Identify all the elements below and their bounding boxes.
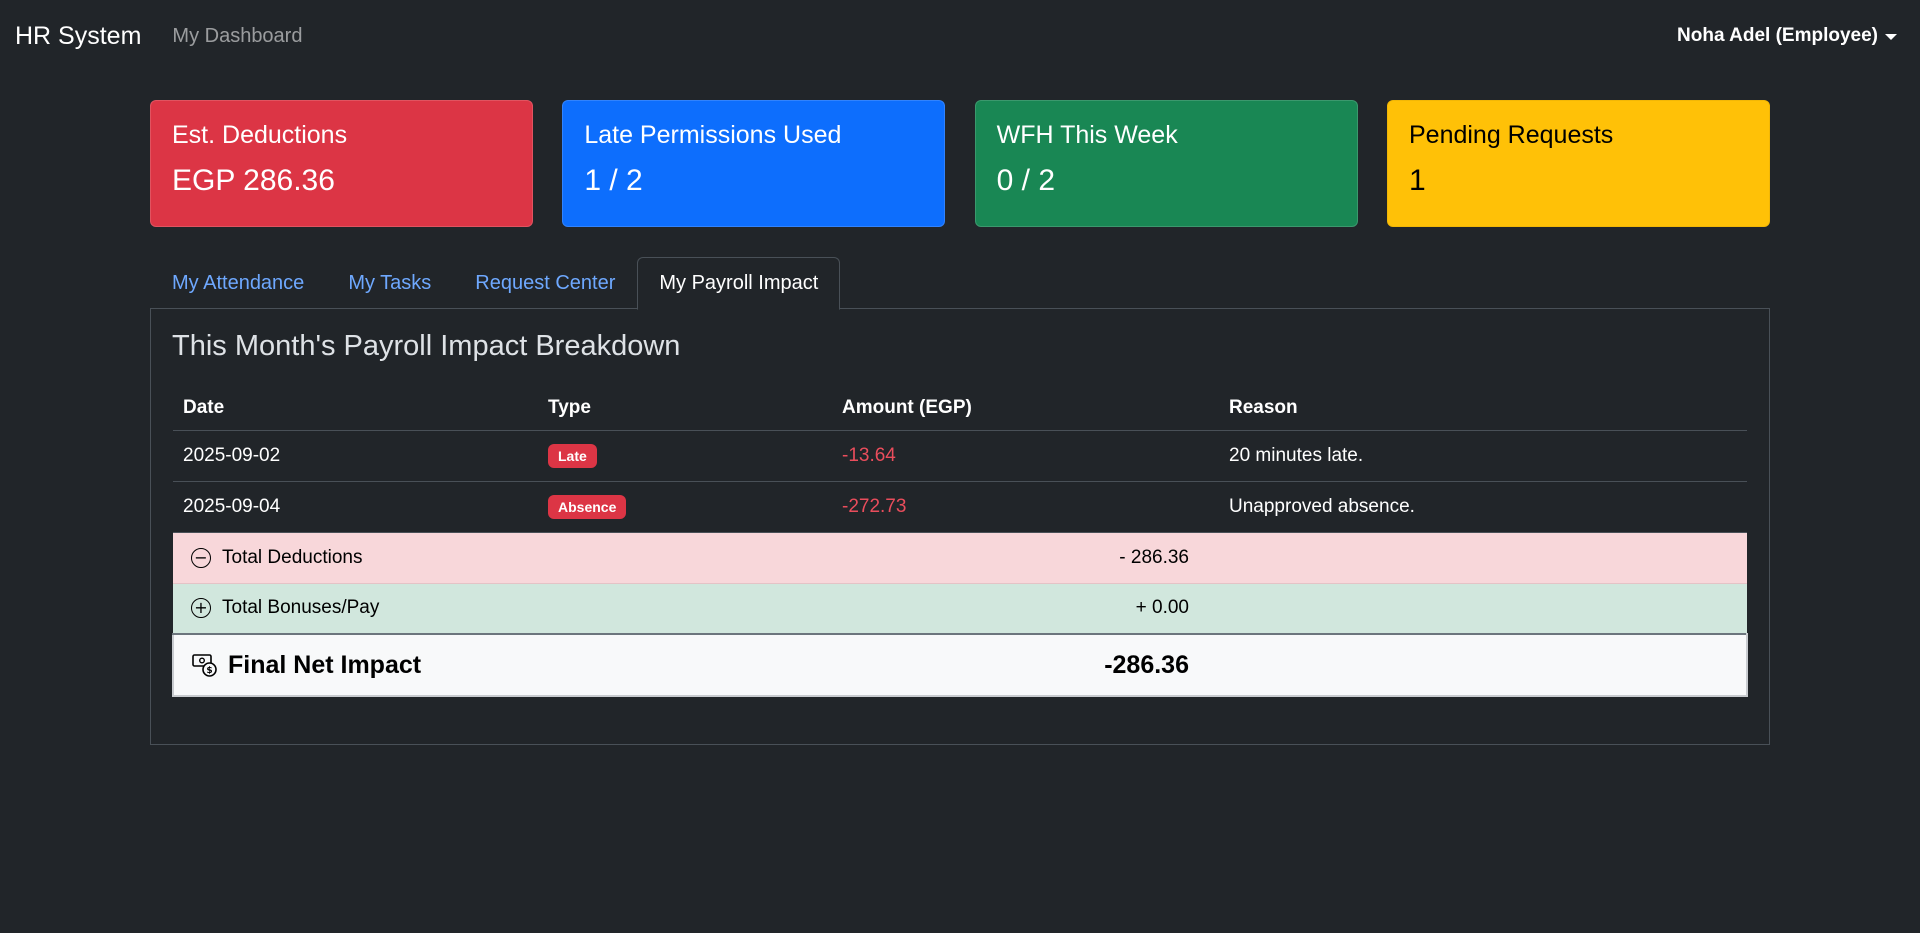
deductions-card: Est. Deductions EGP 286.36 xyxy=(150,100,533,227)
total-deductions-row: − Total Deductions - 286.36 xyxy=(173,532,1747,584)
column-header-date: Date xyxy=(173,386,538,431)
row-amount: -272.73 xyxy=(832,481,1219,533)
total-deductions-label: Total Deductions xyxy=(222,546,363,568)
brand-link[interactable]: HR System xyxy=(15,22,141,51)
net-label-cell: $ Final Net Impact xyxy=(172,633,832,697)
main-container: Est. Deductions EGP 286.36 Late Permissi… xyxy=(150,100,1770,745)
cash-coin-icon: $ xyxy=(192,652,218,678)
tab-my-attendance[interactable]: My Attendance xyxy=(150,257,326,308)
card-value: 0 / 2 xyxy=(996,164,1056,197)
column-header-reason: Reason xyxy=(1219,386,1747,431)
type-badge: Late xyxy=(548,443,597,468)
card-title: Est. Deductions xyxy=(172,121,348,149)
tab-my-payroll-impact[interactable]: My Payroll Impact xyxy=(637,257,841,310)
payroll-impact-panel: This Month's Payroll Impact Breakdown Da… xyxy=(150,309,1770,745)
tab-request-center[interactable]: Request Center xyxy=(453,257,637,308)
card-value: 1 xyxy=(1408,164,1426,197)
table-header-row: Date Type Amount (EGP) Reason xyxy=(173,386,1747,431)
stat-cards: Est. Deductions EGP 286.36 Late Permissi… xyxy=(150,100,1770,227)
user-menu-dropdown[interactable]: Noha Adel (Employee) xyxy=(1677,25,1897,47)
payroll-table: Date Type Amount (EGP) Reason 2025-09-02… xyxy=(172,386,1748,697)
row-reason: Unapproved absence. xyxy=(1219,481,1747,533)
panel-title: This Month's Payroll Impact Breakdown xyxy=(172,330,681,362)
card-value: 1 / 2 xyxy=(584,164,643,197)
total-deductions-amount: - 286.36 xyxy=(832,532,1219,584)
row-type-cell: Absence xyxy=(538,481,832,533)
net-label: Final Net Impact xyxy=(228,650,422,679)
user-name: Noha Adel (Employee) xyxy=(1677,25,1878,46)
total-bonuses-label: Total Bonuses/Pay xyxy=(222,597,380,619)
row-date: 2025-09-02 xyxy=(173,430,538,482)
total-bonuses-label-cell: + Total Bonuses/Pay xyxy=(173,583,832,634)
empty-cell xyxy=(1219,633,1748,697)
late-permissions-card: Late Permissions Used 1 / 2 xyxy=(562,100,946,227)
card-title: Late Permissions Used xyxy=(584,121,842,149)
plus-circle-icon: + xyxy=(191,598,211,619)
empty-cell xyxy=(1219,583,1747,634)
dashboard-link[interactable]: My Dashboard xyxy=(172,25,302,48)
caret-down-icon xyxy=(1885,34,1897,40)
final-net-impact-row: $ Final Net Impact -286.36 xyxy=(172,633,1748,697)
column-header-type: Type xyxy=(538,386,832,431)
wfh-card: WFH This Week 0 / 2 xyxy=(974,100,1358,227)
table-row: 2025-09-04 Absence -272.73 Unapproved ab… xyxy=(173,481,1747,533)
total-bonuses-row: + Total Bonuses/Pay + 0.00 xyxy=(173,583,1747,634)
total-bonuses-amount: + 0.00 xyxy=(832,583,1219,634)
column-header-amount: Amount (EGP) xyxy=(832,386,1219,431)
type-badge: Absence xyxy=(548,494,627,519)
card-value: EGP 286.36 xyxy=(172,164,335,197)
pending-requests-card: Pending Requests 1 xyxy=(1386,100,1770,227)
top-navbar: HR System My Dashboard Noha Adel (Employ… xyxy=(0,0,1920,72)
card-title: Pending Requests xyxy=(1408,121,1614,149)
tab-my-tasks[interactable]: My Tasks xyxy=(326,257,453,308)
table-row: 2025-09-02 Late -13.64 20 minutes late. xyxy=(173,430,1747,482)
row-type-cell: Late xyxy=(538,430,832,482)
empty-cell xyxy=(1219,532,1747,584)
net-amount: -286.36 xyxy=(832,633,1219,697)
navbar-left: HR System My Dashboard xyxy=(15,22,302,51)
row-reason: 20 minutes late. xyxy=(1219,430,1747,482)
total-deductions-label-cell: − Total Deductions xyxy=(173,532,832,584)
tab-bar: My Attendance My Tasks Request Center My… xyxy=(150,257,1770,310)
row-amount: -13.64 xyxy=(832,430,1219,482)
row-date: 2025-09-04 xyxy=(173,481,538,533)
svg-text:$: $ xyxy=(206,666,212,676)
dash-circle-icon: − xyxy=(191,547,211,568)
card-title: WFH This Week xyxy=(996,121,1178,149)
